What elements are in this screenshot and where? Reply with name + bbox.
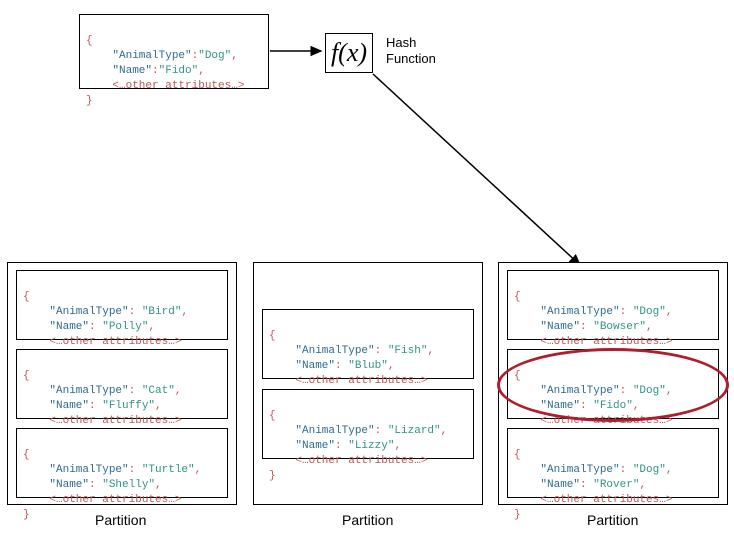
partition-3-label: Partition [587, 512, 638, 528]
partition-1-item-3: { "AnimalType": "Turtle", "Name": "Shell… [16, 428, 228, 498]
partition-3-item-2: { "AnimalType": "Dog", "Name": "Fido", <… [507, 349, 719, 419]
partition-1-item-1: { "AnimalType": "Bird", "Name": "Polly",… [16, 270, 228, 340]
hash-function-label: Hash Function [386, 35, 436, 67]
partition-3-item-1: { "AnimalType": "Dog", "Name": "Bowser",… [507, 270, 719, 340]
val-animaltype: "Dog" [198, 50, 231, 62]
partition-2-item-2: { "AnimalType": "Lizard", "Name": "Lizzy… [262, 389, 474, 459]
fx-label: f(x) [331, 38, 367, 68]
partition-2-label: Partition [342, 512, 393, 528]
input-json: { "AnimalType":"Dog", "Name":"Fido", <…o… [79, 14, 269, 89]
val-name: "Fido" [159, 65, 199, 77]
partition-1-label: Partition [95, 512, 146, 528]
partition-2-item-1: { "AnimalType": "Fish", "Name": "Blub", … [262, 309, 474, 379]
other-attrs: <…other attributes…> [112, 80, 244, 92]
key-name: "Name" [112, 65, 152, 77]
partition-3-item-3: { "AnimalType": "Dog", "Name": "Rover", … [507, 428, 719, 498]
key-animaltype: "AnimalType" [112, 50, 191, 62]
partition-1-item-2: { "AnimalType": "Cat", "Name": "Fluffy",… [16, 349, 228, 419]
arrow-hash-to-partition [373, 74, 580, 265]
hash-function-box: f(x) [325, 33, 373, 73]
